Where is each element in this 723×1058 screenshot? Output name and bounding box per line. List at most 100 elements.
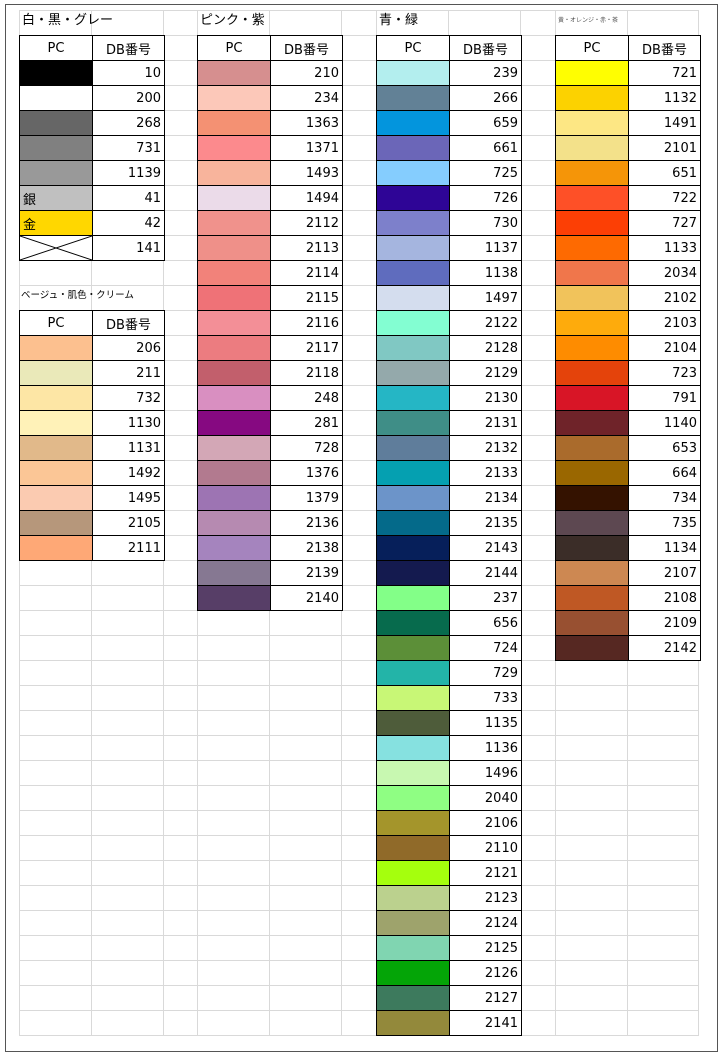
table-row: 10 — [19, 60, 165, 86]
color-swatch — [555, 335, 629, 361]
group-title-blue-green: 青・緑 — [379, 13, 419, 28]
color-swatch — [197, 135, 271, 161]
table-row: 2113 — [197, 235, 343, 261]
db-number-cell: 2040 — [449, 785, 522, 811]
color-swatch — [555, 360, 629, 386]
db-number-cell: 2105 — [92, 510, 165, 536]
color-swatch — [376, 510, 450, 536]
table-row: 1130 — [19, 410, 165, 436]
table-row: 2143 — [376, 535, 522, 561]
db-number-cell: 2118 — [270, 360, 343, 386]
color-swatch — [376, 835, 450, 861]
db-number-cell: 726 — [449, 185, 522, 211]
table-row: 2116 — [197, 310, 343, 336]
db-number-cell: 2101 — [628, 135, 701, 161]
table-row: 1376 — [197, 460, 343, 486]
color-swatch — [376, 585, 450, 611]
color-swatch — [376, 735, 450, 761]
color-swatch — [555, 60, 629, 86]
color-swatch — [376, 960, 450, 986]
db-number-cell: 2132 — [449, 435, 522, 461]
table-row: 661 — [376, 135, 522, 161]
table-row: 2127 — [376, 985, 522, 1011]
db-number-cell: 722 — [628, 185, 701, 211]
table-row: 2102 — [555, 285, 701, 311]
table-row: 268 — [19, 110, 165, 136]
color-swatch — [19, 160, 93, 186]
db-number-cell: 728 — [270, 435, 343, 461]
db-number-cell: 1496 — [449, 760, 522, 786]
color-swatch — [376, 160, 450, 186]
table-row: 1137 — [376, 235, 522, 261]
table-row: 2040 — [376, 785, 522, 811]
table-row: 1497 — [376, 285, 522, 311]
table-row: 2122 — [376, 310, 522, 336]
db-number-cell: 2129 — [449, 360, 522, 386]
color-swatch — [376, 810, 450, 836]
db-number-cell: 2115 — [270, 285, 343, 311]
header-db-number: DB番号 — [92, 35, 165, 61]
table-row: 1496 — [376, 760, 522, 786]
color-swatch — [19, 335, 93, 361]
color-swatch — [19, 60, 93, 86]
table-row: 2123 — [376, 885, 522, 911]
table-row: 2110 — [376, 835, 522, 861]
db-number-cell: 1133 — [628, 235, 701, 261]
table-row: 1492 — [19, 460, 165, 486]
db-number-cell: 729 — [449, 660, 522, 686]
table-row: 724 — [376, 635, 522, 661]
db-number-cell: 727 — [628, 210, 701, 236]
table-row: 2112 — [197, 210, 343, 236]
color-swatch — [376, 335, 450, 361]
db-number-cell: 2143 — [449, 535, 522, 561]
color-swatch — [19, 235, 93, 261]
color-swatch — [376, 560, 450, 586]
color-swatch — [376, 485, 450, 511]
color-swatch — [197, 260, 271, 286]
table-row: 664 — [555, 460, 701, 486]
group-title-white-black-gray: 白・黒・グレー — [22, 13, 114, 28]
db-number-cell: 1138 — [449, 260, 522, 286]
color-swatch — [376, 410, 450, 436]
table-row: 248 — [197, 385, 343, 411]
db-number-cell: 281 — [270, 410, 343, 436]
table-row: 1135 — [376, 710, 522, 736]
color-swatch — [376, 760, 450, 786]
color-table-yellow-orange-red-brown: PC DB番号 721 1132 1491 2101 651 722 727 1133 2034 21… — [555, 35, 701, 661]
color-swatch — [19, 360, 93, 386]
color-swatch — [376, 885, 450, 911]
db-number-cell: 2133 — [449, 460, 522, 486]
table-row: 237 — [376, 585, 522, 611]
color-swatch — [197, 535, 271, 561]
table-row: 1493 — [197, 160, 343, 186]
color-swatch — [376, 135, 450, 161]
table-row: 2108 — [555, 585, 701, 611]
db-number-cell: 2142 — [628, 635, 701, 661]
color-swatch — [376, 610, 450, 636]
color-swatch — [19, 510, 93, 536]
color-swatch — [376, 185, 450, 211]
db-number-cell: 1139 — [92, 160, 165, 186]
db-number-cell: 664 — [628, 460, 701, 486]
color-swatch — [197, 385, 271, 411]
db-number-cell: 2110 — [449, 835, 522, 861]
db-number-cell: 1371 — [270, 135, 343, 161]
table-row: 2106 — [376, 810, 522, 836]
color-swatch — [197, 110, 271, 136]
color-table-beige-skin-cream: PC DB番号 206 211 732 1130 1131 1492 1495 2105 2111 — [19, 310, 165, 561]
color-swatch — [197, 285, 271, 311]
color-swatch — [376, 360, 450, 386]
db-number-cell: 1135 — [449, 710, 522, 736]
db-number-cell: 2116 — [270, 310, 343, 336]
db-number-cell: 2111 — [92, 535, 165, 561]
color-swatch — [555, 285, 629, 311]
table-row: 2141 — [376, 1010, 522, 1036]
table-row: 2129 — [376, 360, 522, 386]
db-number-cell: 2117 — [270, 335, 343, 361]
group-title-beige-skin-cream: ベージュ・肌色・クリーム — [21, 290, 134, 301]
header-pc: PC — [376, 35, 450, 61]
color-swatch — [376, 60, 450, 86]
color-swatch — [197, 510, 271, 536]
table-row: 727 — [555, 210, 701, 236]
color-swatch — [555, 485, 629, 511]
